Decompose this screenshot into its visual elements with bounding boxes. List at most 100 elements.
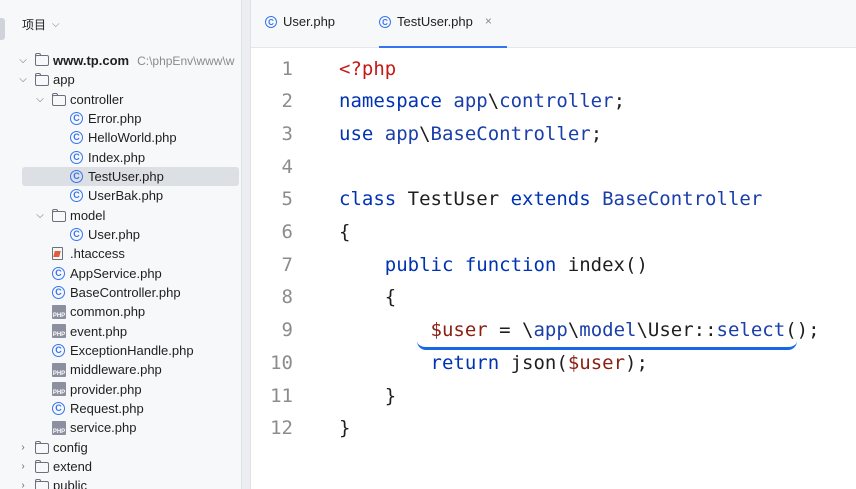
tab-testuser-php[interactable]: C TestUser.php × [379,14,507,48]
folder-icon [35,440,49,454]
tree-item[interactable]: C BaseController.php [0,283,241,302]
root-name: www.tp.com [53,53,130,69]
class-icon: C [70,131,83,145]
tree-item-label: model [70,207,106,223]
code-line[interactable]: 12} [251,412,856,445]
code-line[interactable]: 6{ [251,216,856,249]
code-line[interactable]: 1 <?php [251,52,856,85]
php-file-icon: PHP [52,304,66,319]
tree-item[interactable]: C HelloWorld.php [0,128,241,147]
tree-item[interactable]: PHP service.php [0,418,241,437]
code-line[interactable]: 2 namespace app\controller; [251,85,856,118]
tree-item[interactable]: PHP event.php [0,322,241,341]
close-icon[interactable]: × [485,14,492,28]
code-text: { [339,286,397,309]
chevron-down-icon[interactable]: ⌵ [35,94,45,105]
chevron-down-icon[interactable]: ⌵ [52,19,60,30]
code-text: } [339,384,397,407]
code-text: class TestUser extends BaseController [339,188,763,211]
tree-item-label: UserBak.php [88,188,164,204]
code-text: return json($user); [430,351,648,374]
php-file-icon: PHP [52,420,66,435]
tab-label: TestUser.php [397,14,473,29]
class-icon: C [265,16,277,28]
tree-item[interactable]: PHP middleware.php [0,360,241,379]
code-line[interactable]: 4 [251,150,856,183]
project-panel-header[interactable]: 项目 ⌵ [0,14,241,34]
line-number: 3 [281,122,293,145]
line-number: 11 [270,384,293,407]
tree-item-label: public [53,478,87,489]
project-tree: ⌵ www.tp.com C:\phpEnv\www\w ⌵ app ⌵ control… [0,51,241,489]
tree-item-label: .htaccess [70,246,125,262]
code-text: use app\BaseController; [339,122,603,145]
tree-root[interactable]: ⌵ www.tp.com C:\phpEnv\www\w [0,51,241,70]
code-text: <?php [339,57,397,80]
tree-item[interactable]: PHP provider.php [0,380,241,399]
code-line[interactable]: 11 } [251,379,856,412]
code-text: public function index() [384,253,648,276]
root-path: C:\phpEnv\www\w [137,54,235,69]
chevron-down-icon[interactable]: ⌵ [18,74,28,85]
class-icon: C [70,189,83,203]
class-icon: C [70,228,83,242]
code-line[interactable]: 9 $user = \app\model\User::select(); [251,314,856,347]
class-icon: C [52,266,65,280]
tree-item-label: Error.php [88,111,142,127]
class-icon: C [52,286,65,300]
code-line[interactable]: 7 public function index() [251,248,856,281]
chevron-down-icon[interactable]: ⌵ [35,210,45,221]
code-editor[interactable]: 1 <?php 2 namespace app\controller; 3 use app… [251,48,856,489]
line-number: 7 [281,253,293,276]
chevron-right-icon[interactable]: › [18,461,28,472]
chevron-down-icon[interactable]: ⌵ [18,55,28,66]
class-icon: C [379,16,391,28]
panel-splitter[interactable] [241,0,251,489]
tab-user-php[interactable]: C User.php [265,14,335,48]
folder-icon [35,53,49,67]
chevron-right-icon[interactable]: › [18,442,28,453]
tab-label: User.php [283,14,336,29]
tree-item[interactable]: C UserBak.php [0,186,241,205]
tree-item[interactable]: › extend [0,457,241,476]
line-number: 12 [270,417,293,440]
code-line[interactable]: 10 return json($user); [251,346,856,379]
tree-item-label: ExceptionHandle.php [70,343,194,359]
php-file-icon: PHP [52,382,66,397]
code-text: $user = \app\model\User::select(); [430,319,820,342]
code-text: namespace app\controller; [339,90,626,113]
chevron-right-icon[interactable]: › [18,480,28,489]
tree-item[interactable]: C Index.php [0,148,241,167]
tree-item-label: User.php [88,227,141,243]
tree-item[interactable]: ⌵ controller [0,90,241,109]
line-number: 10 [270,351,293,374]
tree-item[interactable]: C AppService.php [0,264,241,283]
tree-item-label: app [53,72,75,88]
tree-item-label: extend [53,459,93,475]
project-panel-title: 项目 [22,17,47,32]
code-line[interactable]: 5 class TestUser extends BaseController [251,183,856,216]
tree-item[interactable]: C Request.php [0,399,241,418]
tree-item-label: BaseController.php [70,285,181,301]
code-line[interactable]: 8 { [251,281,856,314]
class-icon: C [70,150,83,164]
tree-item-label: service.php [70,420,137,436]
tree-item[interactable]: ⌵ app [0,70,241,89]
tree-item[interactable]: C User.php [0,225,241,244]
tree-item[interactable]: › config [0,438,241,457]
tree-item[interactable]: C ExceptionHandle.php [0,341,241,360]
config-file-icon [52,247,63,261]
tree-item[interactable]: PHP common.php [0,302,241,321]
tree-item[interactable]: ⌵ model [0,206,241,225]
tree-item[interactable]: C Error.php [0,109,241,128]
tree-item[interactable]: .htaccess [0,244,241,263]
code-line[interactable]: 3 use app\BaseController; [251,117,856,150]
tree-item[interactable]: › public [0,476,241,489]
project-panel: 项目 ⌵ ⌵ www.tp.com C:\phpEnv\www\w ⌵ app ⌵ co… [0,0,241,489]
tree-item-label: Index.php [88,149,146,165]
folder-icon [35,479,49,489]
tree-item-label: HelloWorld.php [88,130,177,146]
tree-item[interactable]: C TestUser.php [22,166,239,187]
editor-tabbar: C User.php C TestUser.php × [251,0,856,48]
code-text: { [339,221,351,243]
